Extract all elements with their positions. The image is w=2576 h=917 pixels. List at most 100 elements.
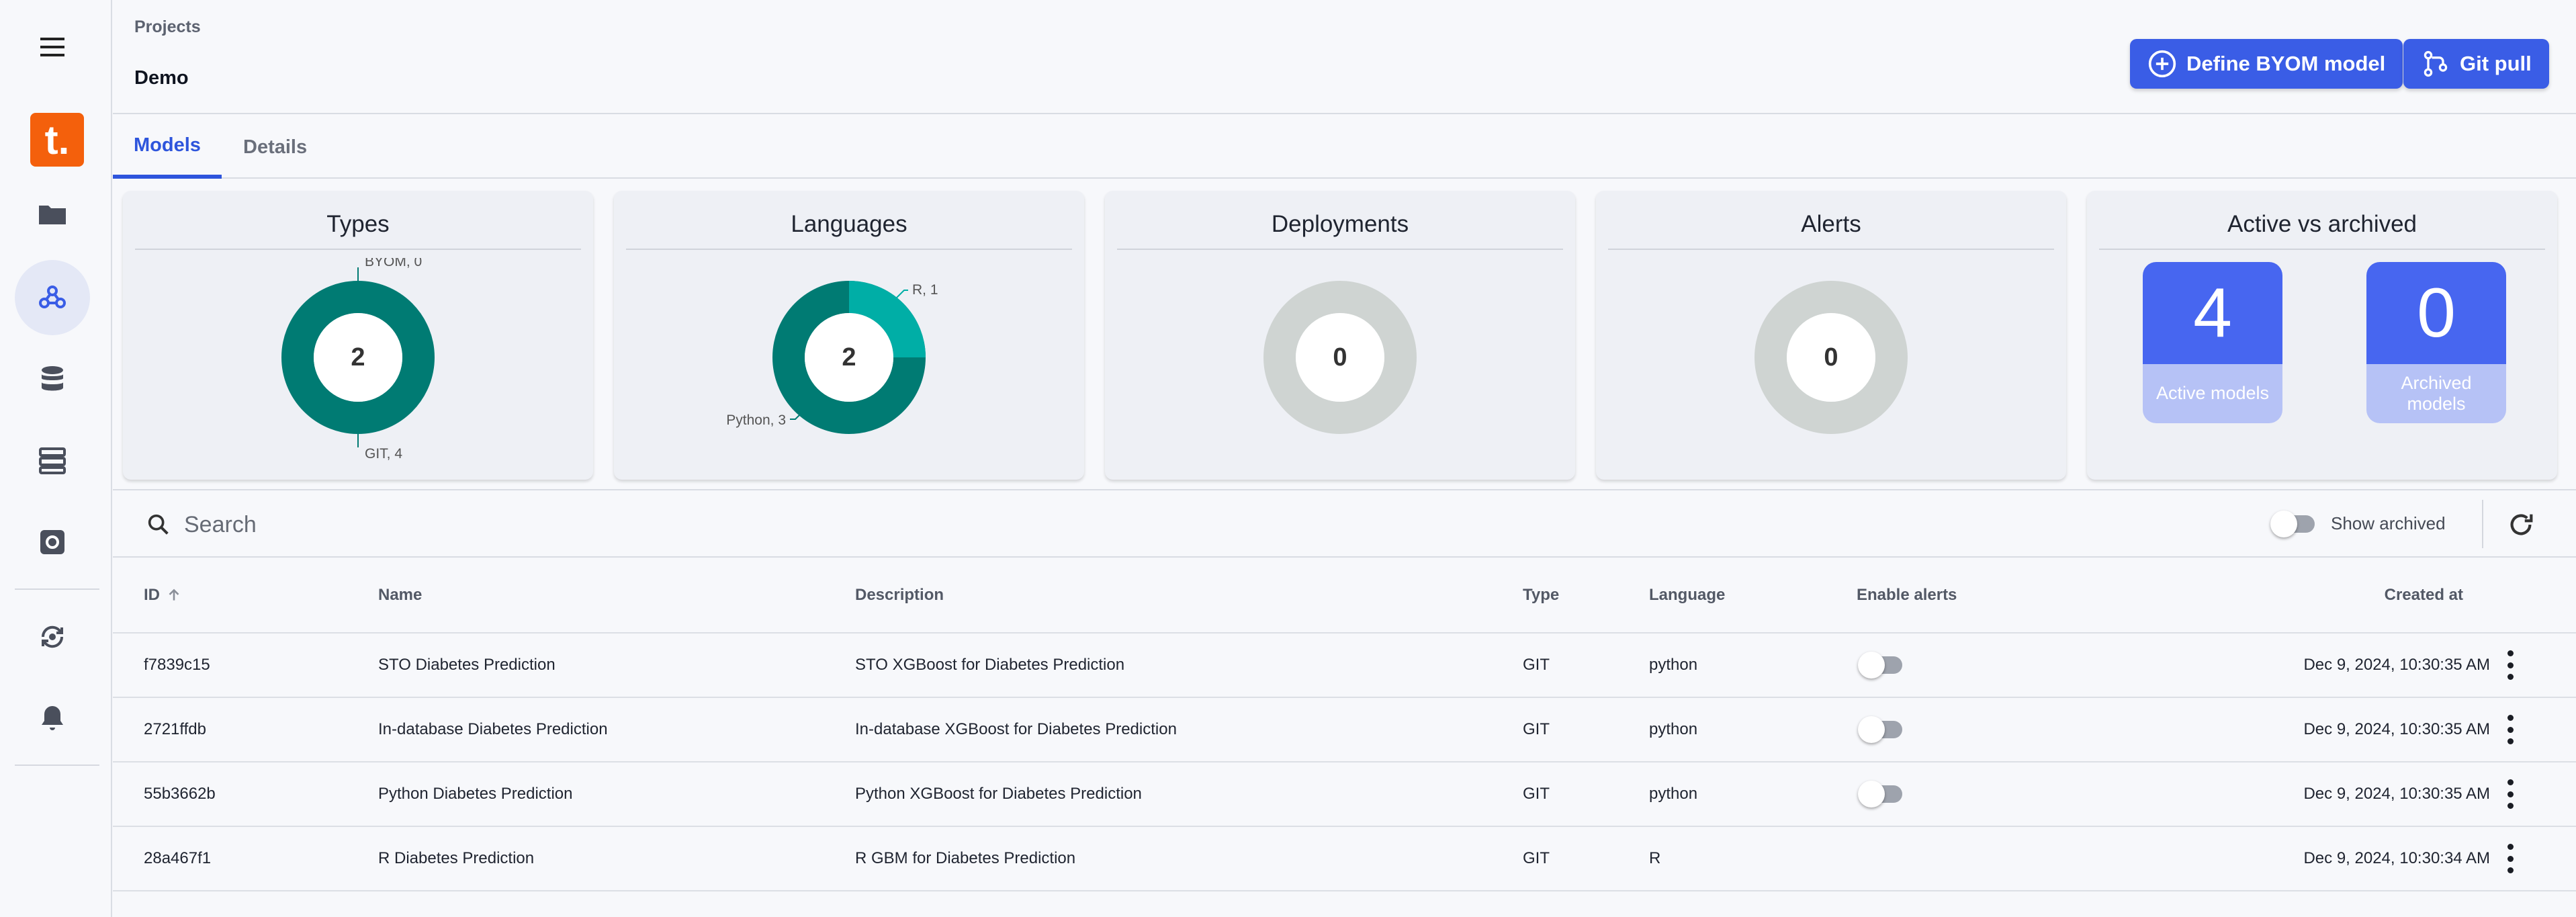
leader-line xyxy=(895,290,908,299)
toggle-knob xyxy=(1858,652,1885,679)
row-menu-button[interactable] xyxy=(2506,762,2514,826)
cell-id: f7839c15 xyxy=(144,656,210,674)
cell-description: STO XGBoost for Diabetes Prediction xyxy=(855,656,1125,674)
header-name[interactable]: Name xyxy=(378,558,422,632)
nav-alerts[interactable] xyxy=(15,681,90,756)
database-icon xyxy=(42,366,63,391)
sync-icon xyxy=(41,625,64,648)
cell-language: R xyxy=(1649,849,1661,867)
header-language[interactable]: Language xyxy=(1649,558,1725,632)
table-row[interactable]: 28a467f1 R Diabetes Prediction R GBM for D… xyxy=(113,827,2576,891)
app-logo[interactable]: t. xyxy=(30,113,84,167)
define-byom-button[interactable]: Define BYOM model xyxy=(2130,39,2403,89)
table-row[interactable]: 2721ffdb In-database Diabetes Prediction I… xyxy=(113,698,2576,762)
nav-connections[interactable] xyxy=(15,423,90,498)
menu-button[interactable] xyxy=(15,9,90,85)
row-menu-button[interactable] xyxy=(2506,634,2514,697)
card-title: Types xyxy=(135,211,581,250)
cell-name[interactable]: Python Diabetes Prediction xyxy=(378,762,573,826)
nav-projects[interactable] xyxy=(15,177,90,253)
cell-created-at: Dec 9, 2024, 10:30:35 AM xyxy=(2303,785,2490,803)
enable-alerts-toggle[interactable] xyxy=(1858,781,1902,807)
header-type[interactable]: Type xyxy=(1523,558,1559,632)
cell-name[interactable]: STO Diabetes Prediction xyxy=(378,634,556,697)
search-icon xyxy=(148,514,169,535)
archived-label: Archived models xyxy=(2366,364,2506,423)
cell-description: In-database XGBoost for Diabetes Predict… xyxy=(855,720,1177,738)
models-icon xyxy=(39,286,66,308)
alerts-total: 0 xyxy=(1824,343,1838,372)
cell-description: Python XGBoost for Diabetes Prediction xyxy=(855,785,1142,803)
kebab-icon xyxy=(2506,715,2514,744)
enable-alerts-cell xyxy=(1858,762,1902,826)
cell-name[interactable]: R Diabetes Prediction xyxy=(378,827,534,890)
card-title: Active vs archived xyxy=(2099,211,2545,250)
rail-divider xyxy=(15,588,99,590)
header-created-at[interactable]: Created at xyxy=(2385,558,2463,632)
server-icon xyxy=(39,447,66,474)
cell-type: GIT xyxy=(1523,720,1550,738)
folder-icon xyxy=(39,206,66,224)
toggle-knob xyxy=(2270,510,2297,537)
cell-created-at: Dec 9, 2024, 10:30:35 AM xyxy=(2303,656,2490,674)
types-label-byom: BYOM, 0 xyxy=(365,258,422,269)
table-header-row: ID Name Description Type Language Enable… xyxy=(113,558,2576,634)
enable-alerts-cell xyxy=(1858,698,1902,761)
git-pull-button[interactable]: Git pull xyxy=(2403,39,2549,89)
breadcrumb[interactable]: Projects xyxy=(134,17,201,37)
row-menu-button[interactable] xyxy=(2506,827,2514,890)
show-archived-toggle[interactable] xyxy=(2270,510,2315,537)
alerts-donut: 0 xyxy=(1755,281,1908,434)
nav-jobs[interactable] xyxy=(15,599,90,674)
toolbar-divider xyxy=(2482,500,2483,548)
cell-type: GIT xyxy=(1523,849,1550,867)
cell-language: python xyxy=(1649,785,1698,803)
page-header: Projects Demo Define BYOM model Git pull xyxy=(113,0,2576,114)
header-id-label: ID xyxy=(144,585,160,604)
header-id[interactable]: ID xyxy=(144,558,183,632)
row-menu-button[interactable] xyxy=(2506,698,2514,761)
languages-card: Languages 2 R, 1 Python, 3 xyxy=(614,191,1084,480)
kebab-icon xyxy=(2506,650,2514,680)
toggle-knob xyxy=(1858,781,1885,807)
deployments-total: 0 xyxy=(1333,343,1347,372)
enable-alerts-toggle[interactable] xyxy=(1858,716,1902,743)
header-enable-alerts[interactable]: Enable alerts xyxy=(1857,558,1957,632)
active-models-stat[interactable]: 4 Active models xyxy=(2143,262,2282,423)
card-title: Languages xyxy=(626,211,1072,250)
kebab-icon xyxy=(2506,844,2514,873)
alerts-card: Alerts 0 xyxy=(1596,191,2066,480)
cell-created-at: Dec 9, 2024, 10:30:35 AM xyxy=(2303,720,2490,738)
settings-icon xyxy=(40,530,64,554)
cell-created-at: Dec 9, 2024, 10:30:34 AM xyxy=(2303,849,2490,867)
kebab-icon xyxy=(2506,779,2514,809)
cell-type: GIT xyxy=(1523,785,1550,803)
refresh-icon[interactable] xyxy=(2505,509,2536,540)
card-title: Deployments xyxy=(1117,211,1563,250)
nav-models[interactable] xyxy=(15,260,90,335)
languages-donut: 2 R, 1 Python, 3 xyxy=(726,281,938,434)
cell-name[interactable]: In-database Diabetes Prediction xyxy=(378,698,608,761)
table-row[interactable]: 55b3662b Python Diabetes Prediction Python… xyxy=(113,762,2576,827)
sort-up-icon xyxy=(169,588,179,601)
cell-language: python xyxy=(1649,720,1698,738)
table-row[interactable]: f7839c15 STO Diabetes Prediction STO XGBoo… xyxy=(113,634,2576,698)
deployments-card: Deployments 0 xyxy=(1105,191,1575,480)
nav-settings[interactable] xyxy=(15,505,90,580)
nav-datasets[interactable] xyxy=(15,342,90,417)
tab-details[interactable]: Details xyxy=(222,116,328,179)
show-archived-control[interactable]: Show archived xyxy=(2270,510,2446,537)
languages-total: 2 xyxy=(842,343,856,372)
cell-description: R GBM for Diabetes Prediction xyxy=(855,849,1076,867)
enable-alerts-toggle[interactable] xyxy=(1858,652,1902,679)
languages-label-python: Python, 3 xyxy=(726,412,786,428)
search-input[interactable] xyxy=(184,505,990,544)
archived-count: 0 xyxy=(2366,262,2506,364)
show-archived-label: Show archived xyxy=(2331,513,2446,533)
header-description[interactable]: Description xyxy=(855,558,944,632)
archived-models-stat[interactable]: 0 Archived models xyxy=(2366,262,2506,423)
tab-models[interactable]: Models xyxy=(113,116,222,179)
tab-bar: Models Details xyxy=(113,116,2576,179)
page-title: Demo xyxy=(134,67,189,89)
types-card: Types 2 BYOM, 0 GIT, 4 xyxy=(123,191,593,480)
